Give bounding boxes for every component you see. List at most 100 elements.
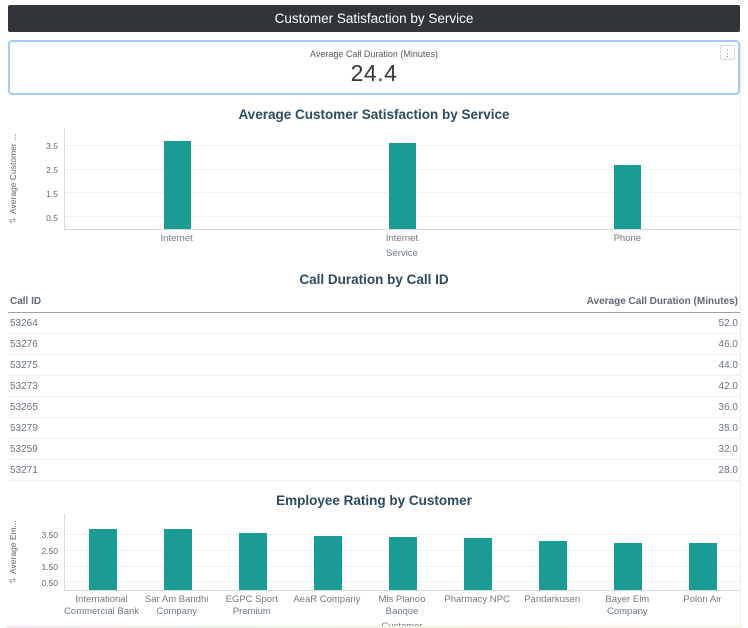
table-row[interactable]: 53276 46.0 [8, 334, 740, 355]
table-call-duration-by-call-id[interactable]: Call Duration by Call ID Call ID Average… [8, 272, 740, 481]
duration-cell: 36.0 [719, 402, 738, 413]
bar-cell [65, 128, 290, 229]
y-axis-label-container: ⇅ Average Customer ... [8, 128, 24, 230]
y-tick-label: 2.50 [41, 546, 58, 556]
y-axis-label: ⇅ Average Em... [8, 514, 18, 591]
bar[interactable] [389, 537, 417, 591]
chart-plot-area: ⇅ Average Em... 0.50 1.50 2.50 3.50 Interna… [8, 514, 740, 628]
bar[interactable] [164, 529, 192, 591]
table-title: Call Duration by Call ID [8, 272, 740, 287]
y-tick-label: 1.5 [46, 189, 58, 199]
bar-cell [140, 514, 215, 590]
x-tick-label: Pandarkusen [515, 594, 590, 617]
table-body: 5326452.05327646.05327544.05327342.05326… [8, 313, 740, 481]
bar[interactable] [314, 536, 342, 591]
y-axis-label-text: Average Em... [8, 521, 18, 575]
bar[interactable] [614, 543, 642, 591]
bar[interactable] [164, 141, 191, 229]
duration-cell: 52.0 [719, 318, 738, 329]
y-tick-label: 3.50 [41, 530, 58, 540]
y-axis-label: ⇅ Average Customer ... [8, 128, 18, 230]
table-row[interactable]: 53259 32.0 [8, 439, 740, 460]
bar[interactable] [464, 538, 492, 590]
x-tick-label: Internet [289, 233, 514, 244]
bar[interactable] [614, 165, 641, 229]
axis-sort-icon[interactable]: ⇅ [9, 578, 18, 585]
call-id-cell: 53279 [10, 423, 38, 434]
column-header-avg-call-duration[interactable]: Average Call Duration (Minutes) [587, 296, 738, 307]
bar-cell [440, 514, 515, 590]
kpi-label: Average Call Duration (Minutes) [10, 49, 738, 59]
x-axis-title: Service [64, 248, 740, 259]
duration-cell: 44.0 [719, 360, 738, 371]
bars [65, 128, 740, 229]
canvas-right-border [740, 43, 741, 625]
bar[interactable] [389, 143, 416, 229]
x-axis-ticks: InternetInternetPhone [64, 230, 740, 244]
kpi-widget-avg-call-duration[interactable]: ⋮ Average Call Duration (Minutes) 24.4 [8, 40, 740, 95]
column-header-call-id[interactable]: Call ID [10, 296, 41, 307]
bar-cell [665, 514, 740, 590]
bar-cell [590, 514, 665, 590]
y-tick-label: 1.50 [41, 562, 58, 572]
call-id-cell: 53264 [10, 318, 38, 329]
x-axis-ticks: International Commercial BankSar Am Band… [64, 591, 740, 617]
table-row[interactable]: 53264 52.0 [8, 313, 740, 334]
x-tick-label: Pharmacy NPC [440, 594, 515, 617]
x-tick-label: Sar Am Bandhi Company [139, 594, 214, 617]
table-row[interactable]: 53265 36.0 [8, 397, 740, 418]
y-tick-label: 3.5 [46, 141, 58, 151]
duration-cell: 42.0 [719, 381, 738, 392]
x-tick-label: Internet [64, 233, 289, 244]
y-tick-label: 2.5 [46, 165, 58, 175]
call-id-cell: 53271 [10, 465, 38, 476]
table-row[interactable]: 53279 35.0 [8, 418, 740, 439]
x-tick-label: Phone [515, 233, 740, 244]
x-tick-label: AeaR Company [289, 594, 364, 617]
chart-satisfaction-by-service[interactable]: Average Customer Satisfaction by Service… [8, 107, 740, 259]
chart-title: Employee Rating by Customer [8, 493, 740, 508]
bar[interactable] [689, 543, 717, 591]
dashboard-page: Customer Satisfaction by Service ⋮ Avera… [0, 5, 748, 628]
y-tick-label: 0.50 [41, 578, 58, 588]
chart-plot-area: ⇅ Average Customer ... 0.5 1.5 2.5 3.5 Inte… [8, 128, 740, 259]
duration-cell: 35.0 [719, 423, 738, 434]
axis-sort-icon[interactable]: ⇅ [9, 217, 18, 224]
bar[interactable] [539, 541, 567, 590]
call-id-cell: 53259 [10, 444, 38, 455]
x-tick-label: International Commercial Bank [64, 594, 139, 617]
plot [64, 128, 740, 230]
duration-cell: 46.0 [719, 339, 738, 350]
y-axis-label-container: ⇅ Average Em... [8, 514, 24, 591]
call-id-cell: 53276 [10, 339, 38, 350]
bar-cell [65, 514, 140, 590]
bars [65, 514, 740, 590]
dashboard-title-bar: Customer Satisfaction by Service [8, 5, 740, 32]
y-axis-label-text: Average Customer ... [8, 134, 18, 214]
table-row[interactable]: 53271 28.0 [8, 460, 740, 481]
bar-cell [290, 128, 515, 229]
y-axis-ticks: 0.5 1.5 2.5 3.5 [24, 128, 64, 230]
call-id-cell: 53265 [10, 402, 38, 413]
bar[interactable] [239, 533, 267, 590]
plot [64, 514, 740, 591]
x-tick-label: Mis Planoo Banque [364, 594, 439, 617]
table-row[interactable]: 5327342.0 [8, 376, 740, 397]
bar-cell [365, 514, 440, 590]
table-header-row: Call ID Average Call Duration (Minutes) [8, 291, 740, 313]
bar-cell [215, 514, 290, 590]
duration-cell: 28.0 [719, 465, 738, 476]
kebab-icon: ⋮ [723, 48, 732, 58]
duration-cell: 32.0 [719, 444, 738, 455]
x-tick-label: EGPC Sport Premium [214, 594, 289, 617]
y-axis-ticks: 0.50 1.50 2.50 3.50 [24, 514, 64, 591]
chart-employee-rating-by-customer[interactable]: Employee Rating by Customer ⇅ Average Em… [8, 493, 740, 628]
y-tick-label: 0.5 [46, 213, 58, 223]
x-tick-label: Bayer Elm Company [590, 594, 665, 617]
table-row[interactable]: 53275 44.0 [8, 355, 740, 376]
bar-cell [515, 514, 590, 590]
kebab-menu-button[interactable]: ⋮ [720, 45, 735, 60]
bar[interactable] [89, 529, 117, 591]
call-id-cell: 53275 [10, 360, 38, 371]
x-tick-label: Polon Air [665, 594, 740, 617]
